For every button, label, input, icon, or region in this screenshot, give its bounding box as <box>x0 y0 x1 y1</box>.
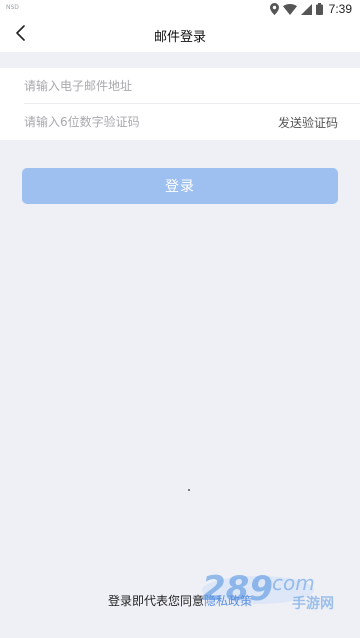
status-time: 7:39 <box>328 2 352 16</box>
carrier-label: NSD <box>6 4 19 11</box>
page-title: 邮件登录 <box>153 30 206 45</box>
verification-code-input[interactable] <box>24 110 244 134</box>
agreement-prefix: 登录即代表您同意 <box>107 594 204 608</box>
email-row <box>0 68 360 104</box>
agreement-text: 登录即代表您同意隐私政策 <box>0 592 360 609</box>
location-icon <box>269 3 279 15</box>
login-form: 发送验证码 <box>0 68 360 140</box>
code-row: 发送验证码 <box>0 104 360 140</box>
battery-icon <box>315 3 323 15</box>
send-code-button[interactable]: 发送验证码 <box>278 114 338 131</box>
signal-icon <box>300 3 312 15</box>
status-icons: 7:39 <box>269 2 352 16</box>
decorative-dot <box>188 489 190 491</box>
status-bar: NSD 7:39 <box>0 0 360 18</box>
wifi-icon <box>282 3 297 15</box>
privacy-policy-link[interactable]: 隐私政策 <box>204 594 252 608</box>
login-button[interactable]: 登录 <box>22 168 338 204</box>
email-input[interactable] <box>24 74 244 98</box>
nav-bar: 邮件登录 <box>0 18 360 52</box>
